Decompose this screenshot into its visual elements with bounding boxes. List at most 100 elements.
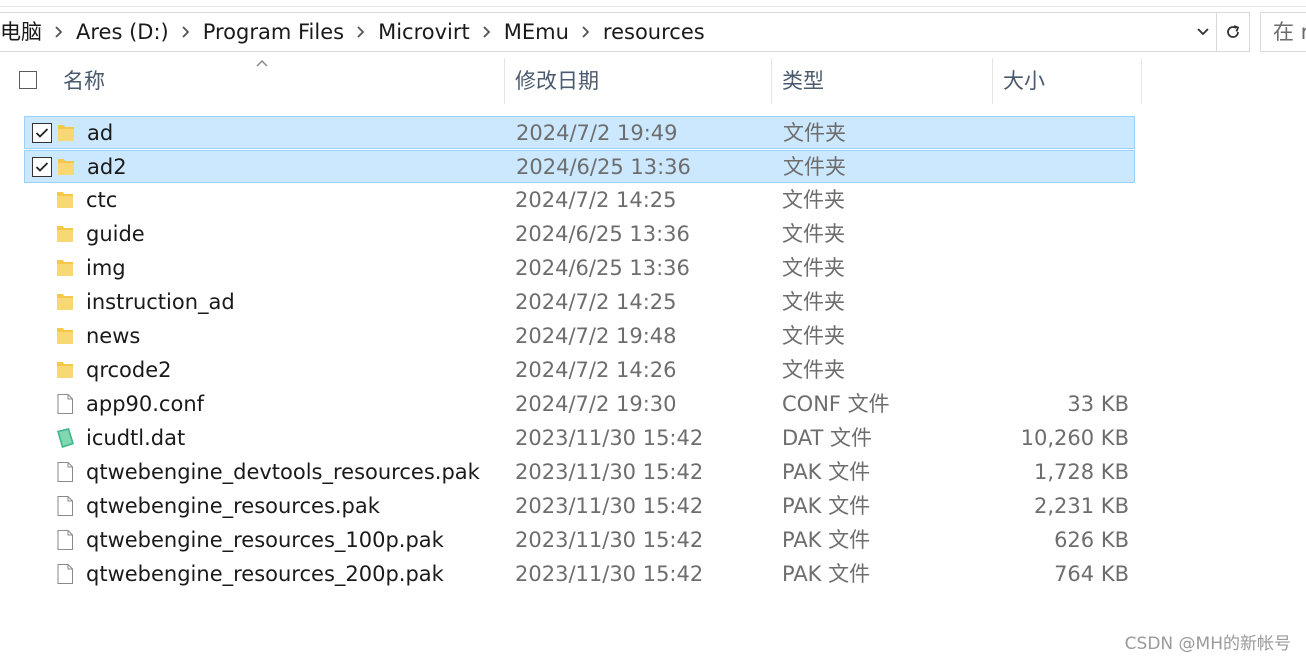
folder-row[interactable]: guide 2024/6/25 13:36 文件夹 bbox=[24, 218, 1135, 251]
file-row[interactable]: icudtl.dat 2023/11/30 15:42 DAT 文件 10,260 K… bbox=[24, 422, 1135, 455]
column-type[interactable]: 类型 bbox=[782, 58, 824, 104]
row-checkbox[interactable] bbox=[32, 123, 52, 143]
file-name[interactable]: qtwebengine_resources_100p.pak bbox=[86, 524, 444, 557]
file-name[interactable]: qtwebengine_devtools_resources.pak bbox=[86, 456, 480, 489]
top-divider bbox=[0, 6, 1306, 7]
file-name[interactable]: qtwebengine_resources_200p.pak bbox=[86, 558, 444, 591]
column-divider[interactable] bbox=[504, 58, 505, 104]
folder-row[interactable]: ctc 2024/7/2 14:25 文件夹 bbox=[24, 184, 1135, 217]
file-name[interactable]: ctc bbox=[86, 184, 117, 217]
folder-icon bbox=[55, 122, 77, 144]
file-modified-date: 2023/11/30 15:42 bbox=[515, 426, 704, 450]
file-icon bbox=[54, 563, 76, 585]
file-row[interactable]: app90.conf 2024/7/2 19:30 CONF 文件 33 KB bbox=[24, 388, 1135, 421]
file-type: PAK 文件 bbox=[782, 562, 871, 586]
folder-row[interactable]: instruction_ad 2024/7/2 14:25 文件夹 bbox=[24, 286, 1135, 319]
file-modified-date: 2024/7/2 19:49 bbox=[516, 121, 678, 145]
refresh-button[interactable] bbox=[1216, 13, 1248, 51]
file-row[interactable]: qtwebengine_devtools_resources.pak 2023/1… bbox=[24, 456, 1135, 489]
breadcrumb-item[interactable]: 电脑 bbox=[0, 13, 44, 51]
folder-row[interactable]: news 2024/7/2 19:48 文件夹 bbox=[24, 320, 1135, 353]
select-all-checkbox[interactable] bbox=[19, 71, 37, 89]
folder-row[interactable]: ad 2024/7/2 19:49 文件夹 bbox=[24, 116, 1135, 149]
file-modified-date: 2024/6/25 13:36 bbox=[516, 155, 691, 179]
breadcrumb-item[interactable]: Program Files bbox=[201, 13, 346, 51]
file-icon bbox=[54, 461, 76, 483]
file-modified-date: 2024/7/2 14:26 bbox=[515, 358, 677, 382]
file-name[interactable]: instruction_ad bbox=[86, 286, 235, 319]
file-modified-date: 2024/7/2 19:48 bbox=[515, 324, 677, 348]
file-type: 文件夹 bbox=[783, 121, 846, 145]
folder-icon bbox=[54, 189, 76, 211]
column-divider[interactable] bbox=[992, 58, 993, 104]
folder-row[interactable]: qrcode2 2024/7/2 14:26 文件夹 bbox=[24, 354, 1135, 387]
folder-icon bbox=[54, 223, 76, 245]
address-bar[interactable]: 电脑 Ares (D:) Program Files Microvirt MEmu res… bbox=[0, 12, 1250, 52]
file-type: 文件夹 bbox=[782, 290, 845, 314]
file-icon bbox=[54, 393, 76, 415]
file-type: 文件夹 bbox=[782, 324, 845, 348]
column-divider[interactable] bbox=[771, 58, 772, 104]
file-modified-date: 2024/6/25 13:36 bbox=[515, 222, 690, 246]
folder-row[interactable]: img 2024/6/25 13:36 文件夹 bbox=[24, 252, 1135, 285]
folder-icon bbox=[54, 359, 76, 381]
file-size: 626 KB bbox=[1054, 528, 1129, 552]
column-header: 名称 修改日期 类型 大小 bbox=[0, 58, 1306, 104]
file-name[interactable]: ad2 bbox=[87, 151, 127, 184]
file-type: PAK 文件 bbox=[782, 494, 871, 518]
file-name[interactable]: ad bbox=[87, 117, 113, 150]
column-divider[interactable] bbox=[1141, 58, 1142, 104]
file-modified-date: 2023/11/30 15:42 bbox=[515, 562, 704, 586]
file-name[interactable]: img bbox=[86, 252, 126, 285]
folder-icon bbox=[54, 325, 76, 347]
column-date[interactable]: 修改日期 bbox=[515, 58, 599, 104]
file-modified-date: 2023/11/30 15:42 bbox=[515, 460, 704, 484]
breadcrumb-item[interactable]: resources bbox=[601, 13, 707, 51]
file-type: PAK 文件 bbox=[782, 528, 871, 552]
file-size: 33 KB bbox=[1067, 392, 1129, 416]
breadcrumb-item[interactable]: MEmu bbox=[502, 13, 571, 51]
file-name[interactable]: guide bbox=[86, 218, 145, 251]
breadcrumb-item[interactable]: Ares (D:) bbox=[74, 13, 171, 51]
file-type: CONF 文件 bbox=[782, 392, 890, 416]
file-row[interactable]: qtwebengine_resources_100p.pak 2023/11/30… bbox=[24, 524, 1135, 557]
chevron-right-icon[interactable] bbox=[346, 13, 376, 51]
folder-row[interactable]: ad2 2024/6/25 13:36 文件夹 bbox=[24, 150, 1135, 183]
column-name[interactable]: 名称 bbox=[63, 58, 105, 104]
column-size[interactable]: 大小 bbox=[1003, 58, 1045, 104]
file-row[interactable]: qtwebengine_resources.pak 2023/11/30 15:4… bbox=[24, 490, 1135, 523]
file-type: PAK 文件 bbox=[782, 460, 871, 484]
file-modified-date: 2023/11/30 15:42 bbox=[515, 494, 704, 518]
file-size: 2,231 KB bbox=[1034, 494, 1129, 518]
file-name[interactable]: app90.conf bbox=[86, 388, 204, 421]
file-type: 文件夹 bbox=[782, 256, 845, 280]
chevron-right-icon[interactable] bbox=[571, 13, 601, 51]
file-modified-date: 2023/11/30 15:42 bbox=[515, 528, 704, 552]
file-name[interactable]: qrcode2 bbox=[86, 354, 172, 387]
file-size: 764 KB bbox=[1054, 562, 1129, 586]
dat-file-icon bbox=[54, 427, 76, 449]
search-input[interactable]: 在 r bbox=[1260, 12, 1306, 52]
file-modified-date: 2024/7/2 19:30 bbox=[515, 392, 677, 416]
file-size: 10,260 KB bbox=[1020, 426, 1129, 450]
file-name[interactable]: icudtl.dat bbox=[86, 422, 185, 455]
file-name[interactable]: qtwebengine_resources.pak bbox=[86, 490, 380, 523]
chevron-down-icon[interactable] bbox=[1191, 13, 1215, 51]
file-type: DAT 文件 bbox=[782, 426, 873, 450]
chevron-right-icon[interactable] bbox=[472, 13, 502, 51]
file-type: 文件夹 bbox=[782, 222, 845, 246]
breadcrumb-item[interactable]: Microvirt bbox=[376, 13, 472, 51]
chevron-right-icon[interactable] bbox=[171, 13, 201, 51]
file-modified-date: 2024/6/25 13:36 bbox=[515, 256, 690, 280]
file-row[interactable]: qtwebengine_resources_200p.pak 2023/11/30… bbox=[24, 558, 1135, 591]
folder-icon bbox=[54, 257, 76, 279]
breadcrumb: 电脑 Ares (D:) Program Files Microvirt MEmu res… bbox=[0, 13, 707, 51]
file-type: 文件夹 bbox=[783, 155, 846, 179]
folder-icon bbox=[55, 156, 77, 178]
file-name[interactable]: news bbox=[86, 320, 140, 353]
row-checkbox[interactable] bbox=[32, 157, 52, 177]
watermark: CSDN @MH的新帐号 bbox=[1124, 634, 1291, 654]
file-modified-date: 2024/7/2 14:25 bbox=[515, 290, 677, 314]
chevron-right-icon[interactable] bbox=[44, 13, 74, 51]
file-type: 文件夹 bbox=[782, 188, 845, 212]
